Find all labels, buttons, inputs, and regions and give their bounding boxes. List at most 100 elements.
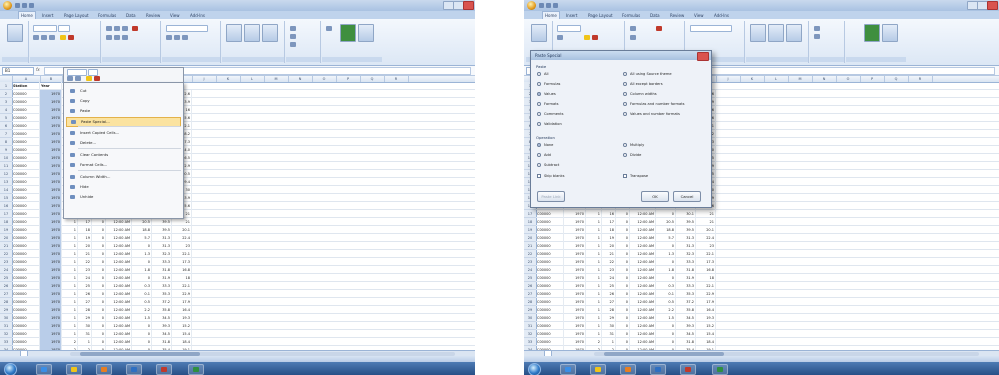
table-cell[interactable]: 21 bbox=[696, 210, 716, 218]
table-cell[interactable]: 1 bbox=[586, 210, 602, 218]
table-cell[interactable]: 33.3 bbox=[676, 258, 696, 266]
mini-bold-icon[interactable] bbox=[67, 76, 73, 81]
table-cell[interactable]: 12:00 AM bbox=[106, 242, 132, 250]
table-cell[interactable]: 12:00 AM bbox=[630, 226, 656, 234]
table-cell[interactable]: C00000 bbox=[12, 250, 40, 258]
radio-option[interactable]: All using Source theme bbox=[623, 71, 672, 77]
table-cell[interactable]: C00000 bbox=[536, 218, 564, 226]
orientation-icon[interactable] bbox=[132, 26, 138, 31]
font-color-icon[interactable] bbox=[592, 35, 598, 40]
table-cell[interactable]: 0 bbox=[92, 242, 106, 250]
table-cell[interactable]: 35.8 bbox=[152, 306, 172, 314]
table-cell[interactable]: 35.3 bbox=[676, 290, 696, 298]
delete-cells-icon[interactable] bbox=[290, 34, 296, 39]
media-taskbar-icon[interactable] bbox=[96, 364, 112, 375]
context-menu-item[interactable]: Insert Copied Cells... bbox=[66, 129, 181, 137]
table-cell[interactable]: 1 bbox=[62, 298, 78, 306]
table-cell[interactable]: 34.5 bbox=[152, 330, 172, 338]
table-cell[interactable]: C00000 bbox=[536, 250, 564, 258]
table-cell[interactable]: 1970 bbox=[40, 170, 62, 178]
ie-taskbar-icon[interactable] bbox=[560, 364, 576, 375]
table-cell[interactable]: 0 bbox=[92, 290, 106, 298]
table-cell[interactable]: 1970 bbox=[40, 242, 62, 250]
format-cells-icon[interactable] bbox=[290, 42, 296, 47]
table-cell[interactable]: 12:00 AM bbox=[630, 242, 656, 250]
row-header[interactable]: 33 bbox=[0, 338, 12, 346]
row-header[interactable]: 13 bbox=[0, 178, 12, 186]
close-button[interactable] bbox=[463, 1, 474, 10]
table-cell[interactable]: 5.7 bbox=[656, 234, 676, 242]
row-header[interactable]: 2 bbox=[0, 90, 12, 98]
row-header[interactable]: 26 bbox=[524, 282, 536, 290]
table-cell[interactable]: 1 bbox=[586, 290, 602, 298]
sort-filter-icon[interactable] bbox=[864, 24, 880, 42]
table-cell[interactable]: 1.5 bbox=[656, 314, 676, 322]
outlook-taskbar-icon[interactable] bbox=[650, 364, 666, 375]
table-cell[interactable]: 0 bbox=[92, 226, 106, 234]
row-header[interactable]: 31 bbox=[524, 322, 536, 330]
table-cell[interactable]: 1970 bbox=[40, 162, 62, 170]
paste-icon[interactable] bbox=[7, 24, 23, 42]
table-cell[interactable]: 1 bbox=[586, 250, 602, 258]
row-header[interactable]: 16 bbox=[0, 202, 12, 210]
table-cell[interactable]: 22.4 bbox=[172, 234, 192, 242]
table-cell[interactable]: 26 bbox=[602, 290, 616, 298]
table-cell[interactable]: 19 bbox=[602, 234, 616, 242]
table-cell[interactable]: 29 bbox=[602, 314, 616, 322]
row-header[interactable]: 21 bbox=[524, 242, 536, 250]
table-cell[interactable]: 18.8 bbox=[656, 226, 676, 234]
row-header[interactable]: 12 bbox=[0, 170, 12, 178]
tab-review[interactable]: Review bbox=[144, 12, 162, 19]
table-cell[interactable]: 28 bbox=[602, 306, 616, 314]
table-cell[interactable]: 1 bbox=[586, 306, 602, 314]
table-cell[interactable]: 0 bbox=[92, 258, 106, 266]
table-cell[interactable]: 1970 bbox=[40, 114, 62, 122]
table-cell[interactable]: 1.3 bbox=[656, 250, 676, 258]
insert-cells-icon[interactable] bbox=[290, 26, 296, 31]
table-cell[interactable]: 18 bbox=[602, 226, 616, 234]
tab-add-ins[interactable]: Add-Ins bbox=[188, 12, 207, 19]
ok-button[interactable]: OK bbox=[641, 191, 669, 202]
sort-filter-icon[interactable] bbox=[340, 24, 356, 42]
table-cell[interactable]: 23 bbox=[78, 266, 92, 274]
align-bottom-icon[interactable] bbox=[122, 26, 128, 31]
font-name-select[interactable] bbox=[33, 25, 57, 32]
font-name-select[interactable] bbox=[557, 25, 581, 32]
table-cell[interactable]: 33.3 bbox=[152, 258, 172, 266]
row-header[interactable]: 4 bbox=[0, 106, 12, 114]
table-cell[interactable]: C00000 bbox=[12, 298, 40, 306]
table-cell[interactable]: 0 bbox=[616, 290, 630, 298]
table-cell[interactable]: 15.4 bbox=[696, 330, 716, 338]
table-cell[interactable]: 1970 bbox=[40, 106, 62, 114]
tab-home[interactable]: Home bbox=[18, 11, 36, 19]
table-cell[interactable]: C00000 bbox=[12, 122, 40, 130]
cell-styles-icon[interactable] bbox=[262, 24, 278, 42]
table-cell[interactable]: 1 bbox=[62, 306, 78, 314]
cell-styles-icon[interactable] bbox=[786, 24, 802, 42]
table-cell[interactable]: 0 bbox=[132, 322, 152, 330]
context-menu-item[interactable]: Hide bbox=[66, 183, 181, 191]
table-cell[interactable]: C00000 bbox=[12, 170, 40, 178]
table-cell[interactable]: 12:00 AM bbox=[630, 330, 656, 338]
table-cell[interactable]: 0 bbox=[616, 298, 630, 306]
radio-option[interactable]: Subtract bbox=[537, 162, 559, 168]
header-cell[interactable]: Station bbox=[12, 82, 40, 90]
header-cell[interactable]: Year bbox=[40, 82, 62, 90]
row-header[interactable]: 28 bbox=[0, 298, 12, 306]
table-cell[interactable]: 12:00 AM bbox=[630, 250, 656, 258]
table-cell[interactable]: 0 bbox=[616, 330, 630, 338]
table-cell[interactable]: 18 bbox=[78, 226, 92, 234]
table-cell[interactable]: 24 bbox=[78, 274, 92, 282]
radio-option[interactable]: None bbox=[537, 142, 553, 148]
table-cell[interactable]: 1970 bbox=[40, 338, 62, 346]
table-cell[interactable]: 0 bbox=[616, 274, 630, 282]
table-cell[interactable]: 1970 bbox=[40, 234, 62, 242]
table-cell[interactable]: 12:00 AM bbox=[106, 234, 132, 242]
table-cell[interactable]: 12:00 AM bbox=[106, 274, 132, 282]
table-cell[interactable]: 33.3 bbox=[676, 282, 696, 290]
table-cell[interactable]: 31.9 bbox=[676, 274, 696, 282]
table-cell[interactable]: 1 bbox=[586, 218, 602, 226]
table-cell[interactable]: 21 bbox=[696, 218, 716, 226]
table-cell[interactable]: 1970 bbox=[564, 226, 586, 234]
table-cell[interactable]: C00000 bbox=[12, 202, 40, 210]
